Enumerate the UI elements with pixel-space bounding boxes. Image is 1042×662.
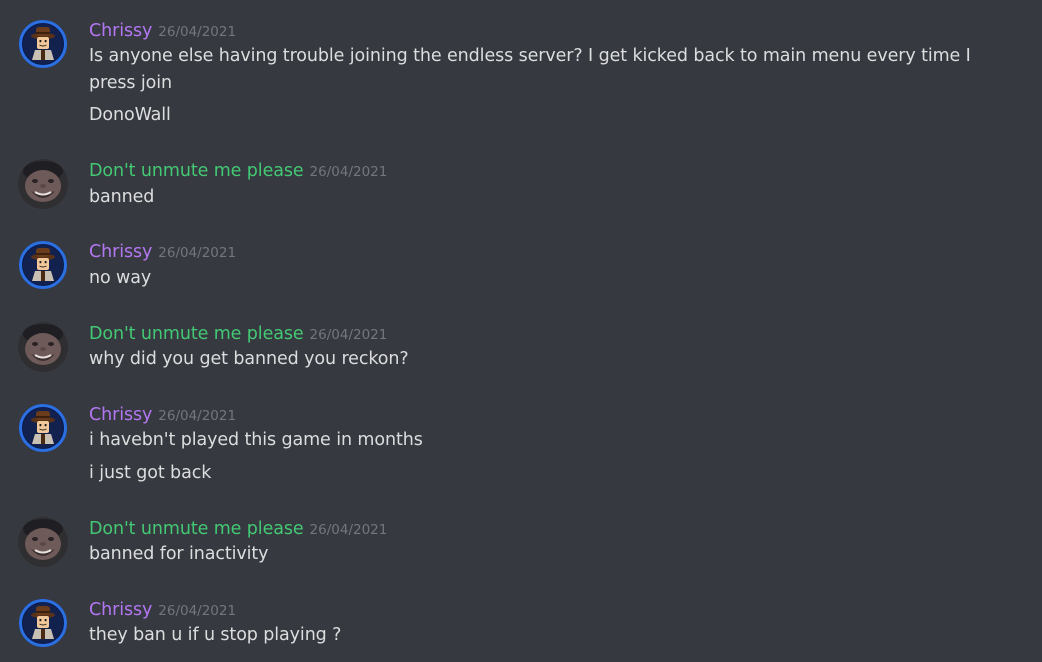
message-header: Chrissy 26/04/2021 [89,239,236,265]
message-text: banned [89,187,155,207]
avatar[interactable] [18,517,68,567]
username[interactable]: Chrissy [89,600,152,620]
message-header: Don't unmute me please 26/04/2021 [89,158,387,184]
avatar[interactable] [18,19,68,69]
avatar[interactable] [18,598,68,648]
message-header: Chrissy 26/04/2021 [89,402,236,428]
avatar[interactable] [18,240,68,290]
timestamp: 26/04/2021 [158,408,237,424]
message-header: Don't unmute me please 26/04/2021 [89,516,387,542]
message-text: banned for inactivity [89,544,269,564]
username[interactable]: Don't unmute me please [89,161,304,181]
message-text: Is anyone else having trouble joining th… [89,46,971,93]
timestamp: 26/04/2021 [158,245,237,261]
message-text: DonoWall [89,105,171,125]
message-text: no way [89,268,152,288]
username[interactable]: Chrissy [89,242,152,262]
message-text: i just got back [89,463,212,483]
message-text: they ban u if u stop playing ? [89,625,342,645]
timestamp: 26/04/2021 [309,164,388,180]
timestamp: 26/04/2021 [158,603,237,619]
avatar[interactable] [18,159,68,209]
chat-message-list: Chrissy 26/04/2021 Is anyone else having … [0,0,1042,662]
timestamp: 26/04/2021 [158,24,237,40]
username[interactable]: Chrissy [89,21,152,41]
avatar[interactable] [18,322,68,372]
username[interactable]: Don't unmute me please [89,519,304,539]
avatar[interactable] [18,403,68,453]
message-header: Chrissy 26/04/2021 [89,18,236,44]
message-header: Chrissy 26/04/2021 [89,597,236,623]
message-text: why did you get banned you reckon? [89,349,409,369]
timestamp: 26/04/2021 [309,327,388,343]
message-text: i havebn't played this game in months [89,430,423,450]
message-header: Don't unmute me please 26/04/2021 [89,321,387,347]
timestamp: 26/04/2021 [309,522,388,538]
username[interactable]: Don't unmute me please [89,324,304,344]
username[interactable]: Chrissy [89,405,152,425]
